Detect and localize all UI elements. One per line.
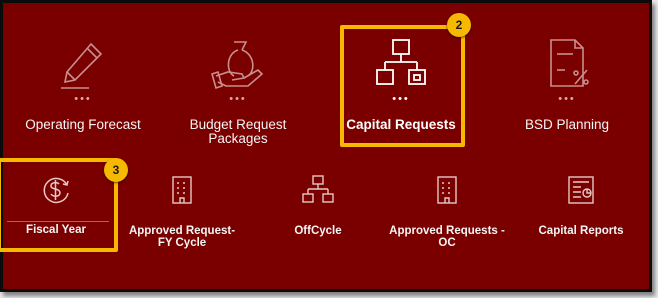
tile-label: Budget Request Packages xyxy=(189,117,287,146)
tile-dots: ••• xyxy=(392,93,410,105)
tile-dots: ••• xyxy=(74,93,92,105)
tile-approved-requests-oc[interactable]: Approved Requests - OC xyxy=(383,173,511,249)
tile-operating-forecast[interactable]: ••• Operating Forecast xyxy=(13,36,153,132)
hierarchy-icon xyxy=(376,39,426,85)
document-percent-icon xyxy=(550,39,589,87)
tile-label: Fiscal Year xyxy=(26,224,86,236)
dollar-cycle-icon xyxy=(43,177,69,204)
tile-label: BSD Planning xyxy=(524,117,610,132)
tile-offcycle[interactable]: OffCycle xyxy=(273,173,363,238)
tile-label: Approved Requests - OC xyxy=(389,225,505,249)
report-icon xyxy=(568,176,594,204)
tile-dots: ••• xyxy=(558,93,576,105)
callout-badge-3: 3 xyxy=(104,158,128,182)
budget-hand-icon xyxy=(211,41,264,90)
tile-separator xyxy=(7,221,109,222)
tile-label: OffCycle xyxy=(294,225,342,237)
tile-label: Approved Request- FY Cycle xyxy=(128,225,236,249)
tile-budget-request-packages[interactable]: ••• Budget Request Packages xyxy=(173,36,303,146)
tile-label: Operating Forecast xyxy=(25,117,141,132)
tile-label: Capital Reports xyxy=(538,225,624,237)
tile-capital-reports[interactable]: Capital Reports xyxy=(529,173,633,238)
springboard-panel: ••• Operating Forecast ••• Budget Reques… xyxy=(0,0,652,292)
tile-capital-requests[interactable]: ••• Capital Requests xyxy=(343,36,459,132)
tile-bsd-planning[interactable]: ••• BSD Planning xyxy=(497,36,637,132)
tile-fiscal-year[interactable]: Fiscal Year xyxy=(3,173,109,237)
tile-label: Capital Requests xyxy=(346,117,456,132)
callout-badge-2: 2 xyxy=(447,13,471,37)
building-icon xyxy=(437,176,457,204)
hierarchy-icon xyxy=(302,175,334,203)
pencil-icon xyxy=(61,42,103,89)
building-icon xyxy=(172,176,192,204)
tile-approved-request-fy-cycle[interactable]: Approved Request- FY Cycle xyxy=(121,173,243,249)
tile-dots: ••• xyxy=(229,93,247,105)
